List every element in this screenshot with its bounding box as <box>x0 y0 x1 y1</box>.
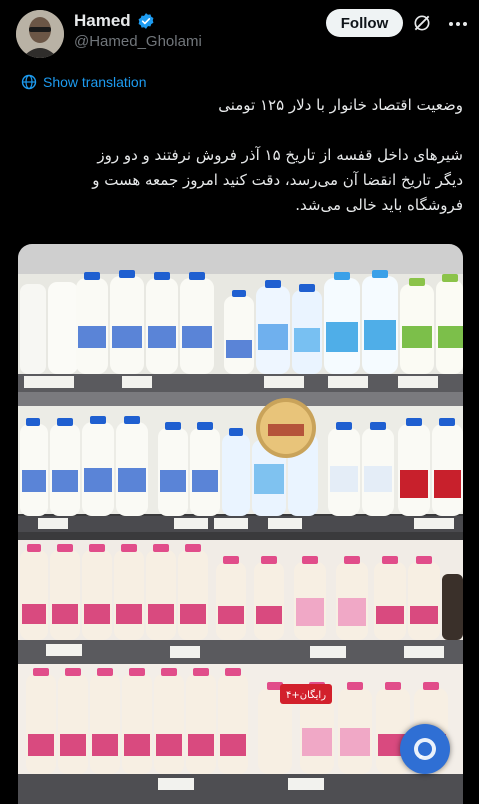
chat-icon <box>414 738 436 760</box>
promo-label: ۴+رایگان <box>286 689 326 701</box>
more-icon[interactable] <box>446 12 470 36</box>
show-translation-link[interactable]: Show translation <box>21 74 147 90</box>
globe-icon <box>21 74 37 90</box>
name-row: Hamed <box>74 11 155 31</box>
show-translation-label[interactable]: Show translation <box>43 74 147 90</box>
avatar[interactable] <box>16 10 64 58</box>
display-name[interactable]: Hamed <box>74 11 131 31</box>
follow-button[interactable]: Follow <box>326 9 403 37</box>
tweet-line-4: فروشگاه باید خالی می‌شد. <box>295 196 463 214</box>
tweet-text: وضعیت اقتصاد خانوار با دلار ۱۲۵ تومنی شی… <box>23 93 463 218</box>
user-handle[interactable]: @Hamed_Gholami <box>74 33 202 50</box>
grok-icon[interactable] <box>412 13 432 33</box>
tweet-line-3: دیگر تاریخ انقضا آن می‌رسد، دقت کنید امر… <box>92 171 463 189</box>
tweet-line-1: وضعیت اقتصاد خانوار با دلار ۱۲۵ تومنی <box>218 96 463 114</box>
tweet-header: Hamed @Hamed_Gholami Follow <box>0 0 479 62</box>
promo-button[interactable] <box>400 724 450 774</box>
tweet-line-2: شیرهای داخل قفسه از تاریخ ۱۵ آذر فروش نر… <box>97 146 463 164</box>
tweet-photo[interactable]: ۴+رایگان <box>18 244 463 804</box>
verified-badge-icon <box>138 13 154 29</box>
milk-shelf-photo: ۴+رایگان <box>18 244 463 804</box>
